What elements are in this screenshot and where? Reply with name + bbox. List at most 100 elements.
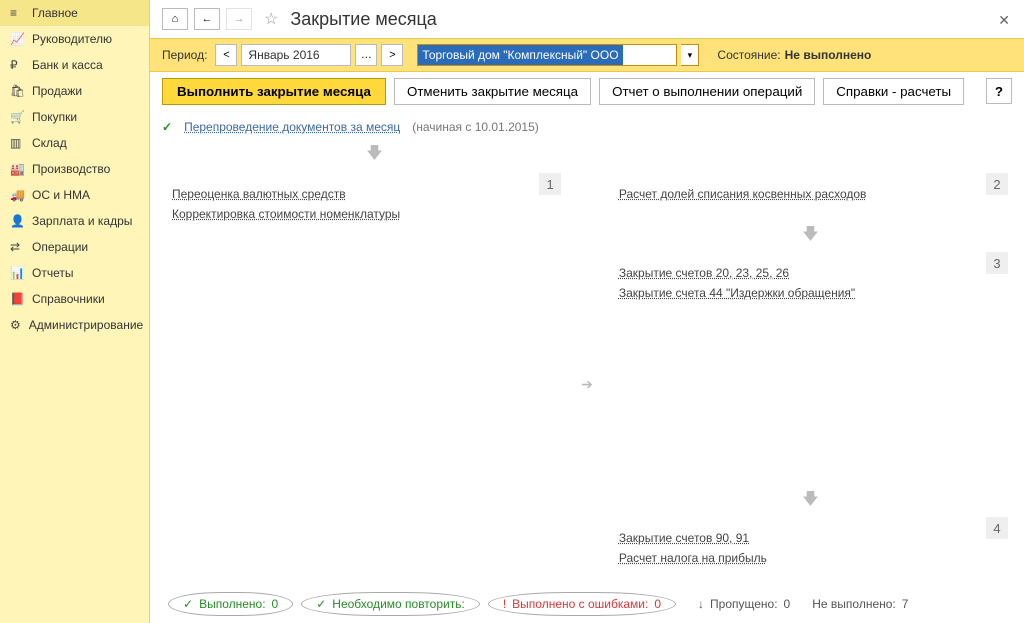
help-button[interactable]: ? [986,78,1012,104]
sidebar-item-reports[interactable]: 📊 Отчеты [0,260,149,286]
sidebar-item-bank[interactable]: ₽ Банк и касса [0,52,149,78]
period-pick-button[interactable]: … [355,44,377,66]
stage-2: 2 Расчет долей списания косвенных расход… [609,173,1012,215]
check-icon: ✓ [162,120,172,134]
sidebar-item-label: Администрирование [29,318,143,332]
sliders-icon: ⇄ [10,240,24,254]
stage-3: 3 Закрытие счетов 20, 23, 25, 26 Закрыти… [609,252,1012,314]
sidebar-item-label: Справочники [32,292,105,306]
op-close-20-26[interactable]: Закрытие счетов 20, 23, 25, 26 [619,266,1002,280]
op-close-44[interactable]: Закрытие счета 44 "Издержки обращения" [619,286,1002,300]
notdone-count: 7 [902,597,909,611]
page-title: Закрытие месяца [290,9,436,30]
sidebar-item-label: Зарплата и кадры [32,214,132,228]
errors-label: Выполнено с ошибками: [512,597,648,611]
sidebar-item-label: ОС и НМА [32,188,90,202]
stage-number: 1 [539,173,561,195]
bag-icon: 🛍 [10,84,24,98]
column-right: 2 Расчет долей списания косвенных расход… [609,173,1012,585]
gear-icon: ⚙ [10,318,21,332]
sidebar-item-assets[interactable]: 🚚ОС и НМА [0,182,149,208]
arrow-down-icon: 🡇 [162,142,587,169]
op-profit-tax[interactable]: Расчет налога на прибыль [619,551,1002,565]
repeat-label: Необходимо повторить: [332,597,465,611]
errors-count: 0 [654,597,661,611]
sidebar-item-admin[interactable]: ⚙ Администрирование [0,312,149,338]
status-errors-group: ! Выполнено с ошибками: 0 [488,592,676,616]
sidebar-item-manager[interactable]: 📈 Руководителю [0,26,149,52]
status-repeat-group: ✓ Необходимо повторить: [301,592,480,616]
stage-1: 1 Переоценка валютных средств Корректиро… [162,173,565,579]
sidebar-item-label: Отчеты [32,266,73,280]
ruble-icon: ₽ [10,58,24,72]
arrow-down-icon: 🡇 [609,223,1012,250]
main-area: ✕ ⌂ ← → ☆ Закрытие месяца Период: < Янва… [150,0,1024,623]
boxes-icon: ▥ [10,136,24,150]
period-prev-button[interactable]: < [215,44,237,66]
period-input[interactable]: Январь 2016 [241,44,351,66]
alert-icon: ! [503,597,506,611]
factory-icon: 🏭 [10,162,24,176]
sidebar-item-salary[interactable]: 👤 Зарплата и кадры [0,208,149,234]
person-icon: 👤 [10,214,24,228]
bar-chart-icon: 📊 [10,266,24,280]
sidebar-item-catalogs[interactable]: 📕 Справочники [0,286,149,312]
check-icon: ✓ [183,597,193,611]
forward-button[interactable]: → [226,8,252,30]
sidebar-item-purchases[interactable]: 🛒 Покупки [0,104,149,130]
column-left: 1 Переоценка валютных средств Корректиро… [162,173,565,585]
home-button[interactable]: ⌂ [162,8,188,30]
repost-link[interactable]: Перепроведение документов за месяц [184,120,400,134]
back-button[interactable]: ← [194,8,220,30]
status-label: Состояние: [717,48,780,62]
statusbar: ✓ Выполнено: 0 ✓ Необходимо повторить: !… [150,585,1024,623]
repost-row: ✓ Перепроведение документов за месяц (на… [162,120,1012,134]
arrow-down-icon: 🡇 [609,488,1012,515]
sidebar-item-warehouse[interactable]: ▥ Склад [0,130,149,156]
period-next-button[interactable]: > [381,44,403,66]
content: ✓ Перепроведение документов за месяц (на… [150,110,1024,585]
sidebar-item-label: Продажи [32,84,82,98]
status-skipped-group: ↓ Пропущено: 0 [698,597,790,611]
stage-number: 3 [986,252,1008,274]
stage-number: 4 [986,517,1008,539]
star-icon[interactable]: ☆ [264,9,278,29]
chart-up-icon: 📈 [10,32,24,46]
report-button[interactable]: Отчет о выполнении операций [599,78,815,105]
columns: 1 Переоценка валютных средств Корректиро… [162,173,1012,585]
sidebar-item-label: Покупки [32,110,77,124]
sidebar-item-label: Производство [32,162,110,176]
cancel-button[interactable]: Отменить закрытие месяца [394,78,591,105]
skipped-label: Пропущено: [710,597,778,611]
op-cost-adjustment[interactable]: Корректировка стоимости номенклатуры [172,207,555,221]
cart-icon: 🛒 [10,110,24,124]
sidebar-item-sales[interactable]: 🛍 Продажи [0,78,149,104]
sidebar-item-label: Главное [32,6,78,20]
close-icon[interactable]: ✕ [998,12,1010,29]
op-revalue-currency[interactable]: Переоценка валютных средств [172,187,555,201]
stage-number: 2 [986,173,1008,195]
done-count: 0 [272,597,279,611]
book-icon: 📕 [10,292,24,306]
sidebar-item-label: Операции [32,240,88,254]
sidebar-item-label: Склад [32,136,67,150]
check-icon: ✓ [316,597,326,611]
sidebar: ≡ Главное 📈 Руководителю ₽ Банк и касса 🛍 Пр… [0,0,150,623]
sidebar-item-production[interactable]: 🏭 Производство [0,156,149,182]
execute-button[interactable]: Выполнить закрытие месяца [162,78,386,105]
organization-input[interactable]: Торговый дом "Комплексный" ООО [417,44,677,66]
reference-button[interactable]: Справки - расчеты [823,78,964,105]
status-value: Не выполнено [785,48,872,62]
skip-icon: ↓ [698,597,704,611]
sidebar-item-label: Руководителю [32,32,112,46]
op-close-90-91[interactable]: Закрытие счетов 90, 91 [619,531,1002,545]
period-label: Период: [162,48,207,62]
op-indirect-shares[interactable]: Расчет долей списания косвенных расходов [619,187,1002,201]
organization-dropdown-button[interactable]: ▾ [681,44,699,66]
done-label: Выполнено: [199,597,265,611]
menu-icon: ≡ [10,6,24,20]
toolbar: Выполнить закрытие месяца Отменить закры… [150,72,1024,110]
sidebar-item-operations[interactable]: ⇄ Операции [0,234,149,260]
sidebar-item-main[interactable]: ≡ Главное [0,0,149,26]
sidebar-item-label: Банк и касса [32,58,103,72]
